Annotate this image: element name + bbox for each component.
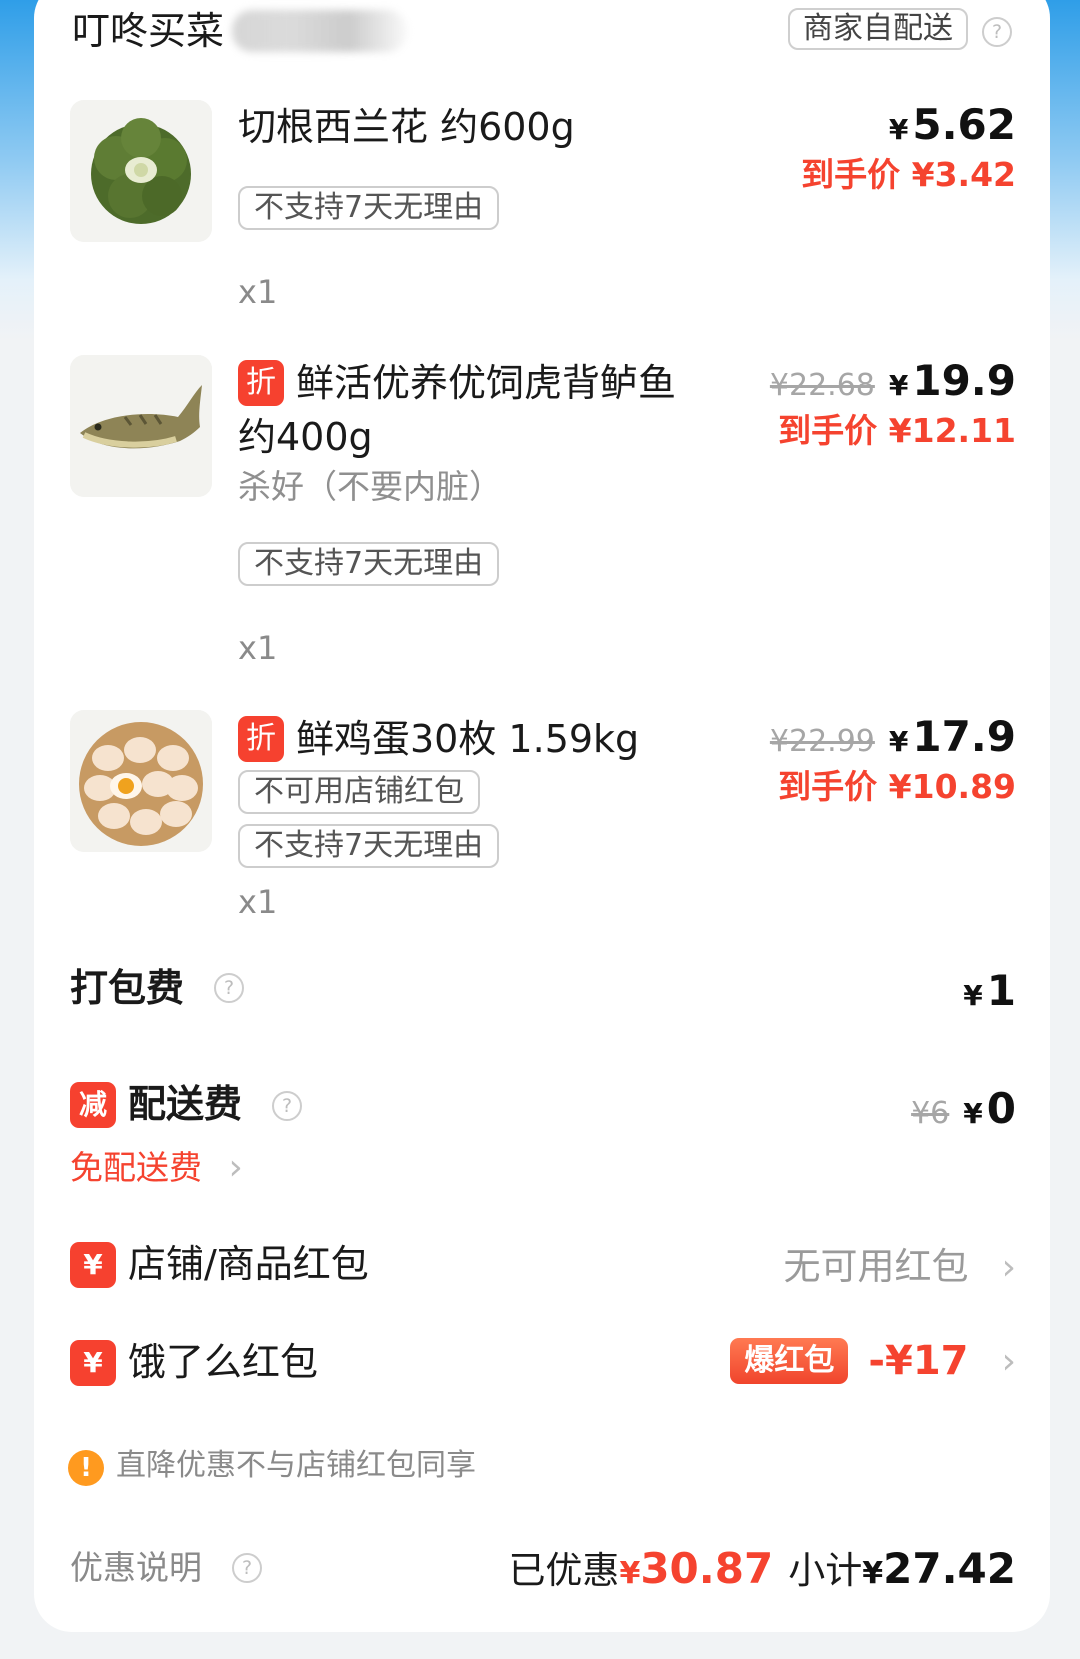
no-store-coupon-tag: 不可用店铺红包	[238, 770, 480, 814]
original-price: ¥22.68	[769, 368, 875, 403]
coupon-icon: ¥	[70, 1340, 116, 1386]
order-summary: 已优惠¥30.87 小计¥27.42	[508, 1540, 1016, 1594]
item-title[interactable]: 折鲜鸡蛋30枚 1.59kg	[238, 712, 639, 766]
deal-price-value: ¥3.42	[911, 155, 1016, 194]
discount-notice: 直降优惠不与店铺红包同享	[116, 1448, 476, 1483]
discount-badge: 折	[238, 359, 284, 406]
free-delivery-link[interactable]: 免配送费 ›	[70, 1146, 243, 1190]
currency-symbol: ¥	[862, 1556, 884, 1591]
coupon-icon: ¥	[70, 1242, 116, 1288]
item-prep-note: 杀好（不要内脏）	[238, 467, 502, 506]
item-title[interactable]: 折鲜活优养优饲虎背鲈鱼	[238, 356, 676, 410]
fish-image[interactable]	[70, 355, 212, 497]
chevron-right-icon: ›	[228, 1147, 243, 1188]
reduction-badge: 减	[70, 1082, 116, 1128]
no-7day-return-tag: 不支持7天无理由	[238, 186, 500, 230]
item-quantity: x1	[238, 883, 278, 921]
delivery-type-tag: 商家自配送	[788, 8, 968, 50]
currency-symbol: ¥	[888, 113, 909, 146]
deal-price-label: 到手价	[801, 155, 901, 194]
deal-price-value: ¥10.89	[888, 767, 1016, 806]
packing-fee-value: ¥1	[963, 966, 1016, 1015]
price-value: 17.9	[912, 712, 1016, 761]
store-name-blurred	[232, 10, 407, 52]
eggs-image[interactable]	[70, 710, 212, 852]
delivery-fee-original: ¥6	[911, 1096, 950, 1131]
no-7day-return-tag: 不支持7天无理由	[238, 824, 500, 868]
deal-price: 到手价 ¥12.11	[778, 404, 1016, 452]
item-title-text: 鲜鸡蛋30枚 1.59kg	[296, 717, 640, 761]
subtotal-amount: 27.42	[883, 1544, 1016, 1593]
warning-icon: !	[68, 1450, 104, 1486]
subtotal-label: 小计	[788, 1549, 863, 1592]
eleme-coupon-discount: -¥17	[868, 1338, 969, 1384]
item-quantity: x1	[238, 273, 278, 311]
help-icon[interactable]: ?	[214, 973, 244, 1003]
currency-symbol: ¥	[888, 369, 909, 402]
deal-price: 到手价 ¥10.89	[778, 760, 1016, 808]
item-title-line2[interactable]: 约400g	[238, 410, 373, 464]
deal-price-value: ¥12.11	[888, 411, 1016, 450]
deal-price-label: 到手价	[778, 767, 878, 806]
store-coupon-label[interactable]: 店铺/商品红包	[128, 1238, 369, 1290]
delivery-fee-value: ¥6 ¥0	[911, 1084, 1016, 1133]
currency-symbol: ¥	[963, 1097, 983, 1130]
deal-price-label: 到手价	[778, 411, 878, 450]
item-quantity: x1	[238, 629, 278, 667]
eleme-coupon-row-value[interactable]: 爆红包 -¥17 ›	[730, 1338, 1016, 1384]
store-name[interactable]: 叮咚买菜	[72, 6, 224, 56]
broccoli-image[interactable]	[70, 100, 212, 242]
no-7day-return-tag: 不支持7天无理由	[238, 542, 500, 586]
saved-amount: 30.87	[640, 1544, 774, 1593]
currency-symbol: ¥	[963, 979, 983, 1012]
delivery-fee-label: 配送费	[128, 1082, 243, 1126]
price-value: 19.9	[912, 356, 1016, 405]
help-icon[interactable]: ?	[232, 1553, 262, 1583]
help-icon[interactable]: ?	[982, 17, 1012, 47]
price-value: 5.62	[912, 100, 1016, 149]
item-price: ¥22.68 ¥19.9	[770, 356, 1016, 405]
chevron-right-icon: ›	[1001, 1340, 1016, 1382]
saved-label: 已优惠	[508, 1549, 620, 1592]
item-price: ¥22.99 ¥17.9	[770, 712, 1016, 761]
item-title[interactable]: 切根西兰花 约600g	[238, 100, 575, 154]
free-delivery-text: 免配送费	[70, 1148, 202, 1187]
packing-fee-label: 打包费	[70, 966, 185, 1010]
help-icon[interactable]: ?	[272, 1091, 302, 1121]
item-price: ¥5.62	[889, 100, 1016, 149]
chevron-right-icon: ›	[1001, 1247, 1016, 1288]
burst-coupon-badge: 爆红包	[730, 1338, 849, 1384]
packing-fee-amount: 1	[986, 966, 1016, 1015]
discount-badge: 折	[238, 715, 284, 762]
store-coupon-value: 无可用红包	[783, 1245, 969, 1288]
store-coupon-row-value[interactable]: 无可用红包 ›	[784, 1236, 1017, 1290]
item-title-text: 鲜活优养优饲虎背鲈鱼	[296, 361, 677, 405]
currency-symbol: ¥	[888, 725, 909, 758]
discount-explain-label[interactable]: 优惠说明	[70, 1544, 202, 1592]
eleme-coupon-label[interactable]: 饿了么红包	[128, 1336, 318, 1388]
delivery-fee-amount: 0	[986, 1084, 1016, 1133]
deal-price: 到手价 ¥3.42	[801, 148, 1016, 196]
currency-symbol: ¥	[619, 1556, 641, 1591]
original-price: ¥22.99	[769, 724, 875, 759]
